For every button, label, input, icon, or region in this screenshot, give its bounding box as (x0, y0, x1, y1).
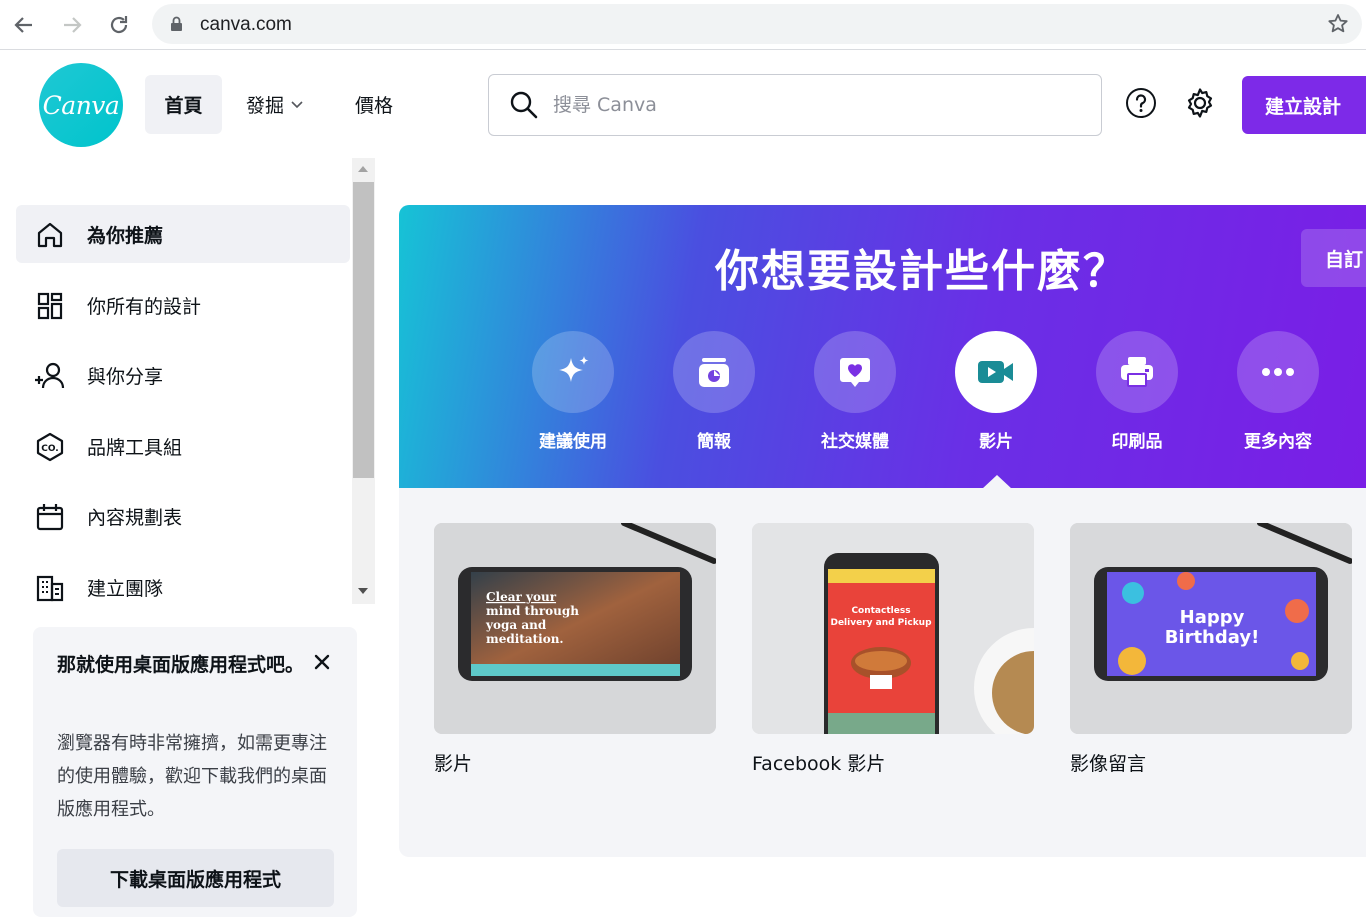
scroll-up-arrow-icon[interactable] (358, 166, 368, 172)
sidebar-item-create-team[interactable]: 建立團隊 (16, 558, 350, 604)
address-bar[interactable]: canva.com (152, 4, 1362, 44)
close-icon[interactable] (312, 652, 332, 672)
card-thumb-text: Clear your (486, 590, 557, 604)
card-thumb-text: Contactless (851, 606, 910, 616)
shared-users-icon (35, 362, 65, 389)
canva-logo[interactable]: Canva (39, 63, 123, 147)
sparkle-icon (532, 331, 614, 413)
brand-kit-icon: CO. (36, 432, 64, 462)
svg-text:yoga and: yoga and (485, 618, 547, 632)
hero-title: 你想要設計些什麼？ (715, 246, 1129, 297)
card-title: Facebook 影片 (752, 753, 886, 775)
sidebar-item-label: 你所有的設計 (87, 295, 202, 318)
category-label: 印刷品 (1111, 432, 1163, 452)
svg-text:Birthday!: Birthday! (1165, 627, 1260, 648)
hero-banner: 你想要設計些什麼？ 自訂 建議使用 簡報 社交媒體 影片 印刷品 更多內容 (399, 205, 1366, 488)
scrollbar-thumb[interactable] (353, 182, 374, 478)
sidebar-item-all-designs[interactable]: 你所有的設計 (16, 276, 350, 334)
sidebar-item-label: 內容規劃表 (87, 506, 183, 529)
forward-arrow-icon[interactable] (56, 9, 88, 41)
calendar-icon (36, 504, 64, 531)
create-design-button[interactable]: 建立設計 (1242, 76, 1366, 134)
video-camera-icon (955, 331, 1037, 413)
url-text: canva.com (200, 14, 292, 35)
sidebar-item-for-you[interactable]: 為你推薦 (16, 205, 350, 263)
category-label: 更多內容 (1244, 432, 1312, 452)
sidebar-item-shared[interactable]: 與你分享 (16, 346, 350, 404)
home-icon (37, 222, 63, 248)
back-arrow-icon[interactable] (8, 9, 40, 41)
promo-body: 瀏覽器有時非常擁擠，如需更專注的使用體驗，歡迎下載我們的桌面版應用程式。 (57, 733, 327, 820)
grid-icon (37, 292, 63, 320)
browser-toolbar: canva.com (0, 0, 1366, 50)
sidebar-scrollbar[interactable] (352, 158, 375, 604)
svg-text:meditation.: meditation. (486, 632, 564, 646)
more-dots-icon (1237, 331, 1319, 413)
nav-discover[interactable]: 發掘 (246, 75, 304, 134)
bookmark-star-icon[interactable] (1326, 12, 1350, 40)
category-label: 簡報 (697, 432, 731, 452)
presentation-icon (673, 331, 755, 413)
search-icon (509, 90, 539, 124)
chevron-down-icon (291, 100, 303, 108)
reload-icon[interactable] (103, 9, 135, 41)
category-label: 影片 (979, 432, 1013, 452)
nav-pricing-label: 價格 (355, 95, 394, 117)
logo-text: Canva (42, 90, 120, 120)
scroll-down-arrow-icon[interactable] (358, 588, 368, 594)
active-category-pointer (982, 475, 1012, 488)
sidebar-item-label: 與你分享 (87, 365, 164, 388)
desktop-app-promo: 那就使用桌面版應用程式吧。 瀏覽器有時非常擁擠，如需更專注的使用體驗，歡迎下載我… (33, 627, 357, 917)
nav-pricing[interactable]: 價格 (355, 75, 393, 134)
search-input[interactable] (553, 89, 1073, 121)
custom-size-button[interactable]: 自訂 (1301, 229, 1366, 287)
search-box[interactable] (488, 74, 1102, 136)
promo-title: 那就使用桌面版應用程式吧。 (57, 654, 305, 676)
sidebar-item-content-planner[interactable]: 內容規劃表 (16, 487, 350, 545)
settings-gear-icon[interactable] (1184, 87, 1216, 119)
card-thumbnail[interactable]: Happy Birthday! (1070, 523, 1352, 734)
app-header: Canva 首頁 發掘 價格 建立設計 (0, 51, 1366, 158)
sidebar: 為你推薦 你所有的設計 與你分享 CO. 品牌工具組 內容規劃表 建立團隊 (0, 158, 376, 604)
card-title: 影片 (434, 753, 473, 775)
download-desktop-app-button[interactable]: 下載桌面版應用程式 (57, 849, 334, 907)
svg-text:CO.: CO. (41, 444, 58, 454)
card-thumbnail[interactable]: Contactless Delivery and Pickup (752, 523, 1034, 734)
card-thumb-text: Happy (1180, 607, 1245, 628)
heart-chat-icon (814, 331, 896, 413)
sidebar-item-brand-kit[interactable]: CO. 品牌工具組 (16, 417, 350, 475)
svg-text:mind through: mind through (486, 604, 579, 618)
sidebar-item-label: 建立團隊 (87, 577, 164, 600)
card-thumbnail[interactable]: Clear your mind through yoga and meditat… (434, 523, 716, 734)
help-icon[interactable] (1125, 87, 1157, 119)
card-title: 影像留言 (1070, 753, 1147, 775)
nav-home[interactable]: 首頁 (145, 75, 222, 134)
lock-icon (170, 16, 183, 36)
nav-discover-label: 發掘 (246, 95, 285, 117)
sidebar-item-label: 為你推薦 (87, 224, 164, 247)
sidebar-item-label: 品牌工具組 (87, 436, 183, 459)
svg-text:Delivery and Pickup: Delivery and Pickup (830, 618, 932, 628)
printer-icon (1096, 331, 1178, 413)
category-label: 社交媒體 (821, 432, 889, 452)
category-label: 建議使用 (539, 432, 607, 452)
nav-home-label: 首頁 (164, 95, 203, 117)
building-icon (36, 575, 64, 602)
